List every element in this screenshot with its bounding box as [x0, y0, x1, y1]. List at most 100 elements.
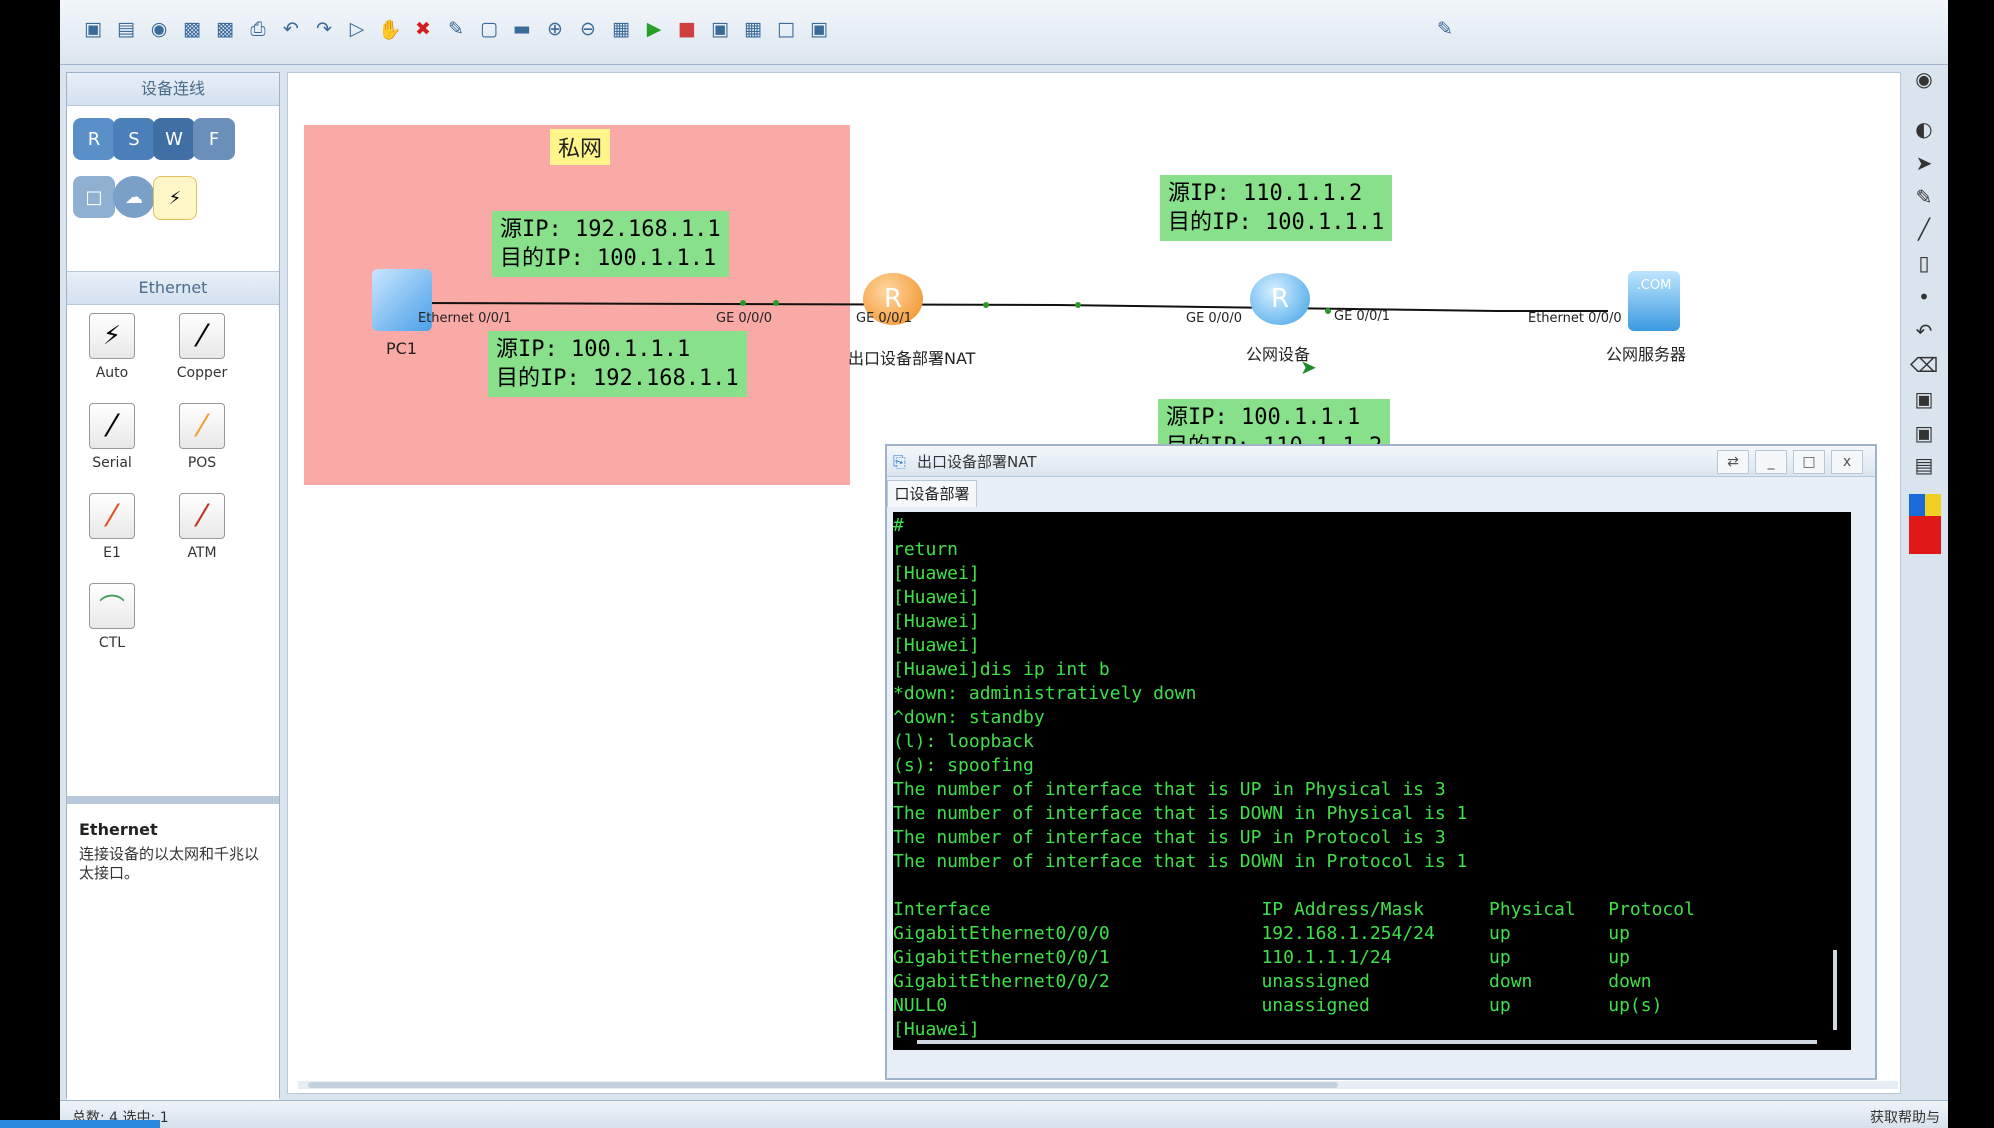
server-device-icon[interactable]: .COM	[1628, 271, 1680, 331]
cable-atm[interactable]: ⁄ ATM	[157, 493, 247, 561]
link-category-icon[interactable]: ⚡	[153, 176, 197, 220]
save-icon[interactable]: ▩	[177, 14, 207, 44]
e1-cable-icon: ⁄	[89, 493, 135, 539]
undo-icon[interactable]: ↶	[276, 14, 306, 44]
cable-auto[interactable]: ⚡ Auto	[67, 313, 157, 381]
pos-cable-icon: ⁄	[179, 403, 225, 449]
line-icon[interactable]: ╱	[1903, 214, 1945, 244]
grid-icon[interactable]: □	[771, 14, 801, 44]
cable-copper[interactable]: ⁄ Copper	[157, 313, 247, 381]
serial-cable-icon: ⁄	[89, 403, 135, 449]
mouse-cursor-icon: ➤	[1300, 355, 1317, 379]
console-title: 出口设备部署NAT	[917, 453, 1037, 471]
cable-e1[interactable]: ⁄ E1	[67, 493, 157, 561]
message-icon[interactable]: ✎	[1430, 14, 1460, 44]
port-label: GE 0/0/0	[1186, 311, 1242, 326]
status-bar: 总数: 4 选中: 1 获取帮助与	[60, 1100, 1948, 1128]
packet-note-2[interactable]: 源IP: 100.1.1.1 目的IP: 192.168.1.1	[488, 331, 747, 397]
open-icon[interactable]: ◉	[144, 14, 174, 44]
device-category-grid: R S W F □ ☁ ⚡	[67, 106, 279, 272]
port-label: Ethernet 0/0/1	[418, 311, 512, 326]
port-dot	[1325, 308, 1331, 314]
delete-link-icon[interactable]: ✎	[441, 14, 471, 44]
main-toolbar: ▣ ▤ ◉ ▩ ▩ ⎙ ↶ ↷ ▷ ✋ ✖ ✎ ▢ ▬ ⊕ ⊖ ▦ ▶ ■ ▣ ▦ □ ▣	[60, 0, 1948, 65]
redo-icon[interactable]: ↷	[309, 14, 339, 44]
close-button[interactable]: x	[1831, 450, 1863, 474]
text-icon[interactable]: ▢	[474, 14, 504, 44]
server-label: 公网服务器	[1606, 345, 1687, 364]
wlan-category-icon[interactable]: W	[153, 118, 195, 160]
restore-button[interactable]: ⇄	[1717, 450, 1749, 474]
fit-icon[interactable]: ▦	[606, 14, 636, 44]
cable-serial[interactable]: ⁄ Serial	[67, 403, 157, 471]
eye-icon[interactable]: ◐	[1903, 114, 1945, 144]
pin-icon[interactable]: ◉	[1903, 64, 1945, 94]
cable-ctl[interactable]: ⌒ CTL	[67, 583, 157, 651]
switch-category-icon[interactable]: S	[113, 118, 155, 160]
pointer-icon[interactable]: ➤	[1903, 148, 1945, 178]
color-red-swatch[interactable]	[1909, 516, 1941, 554]
terminal-category-icon[interactable]: □	[73, 176, 115, 218]
copper-cable-icon: ⁄	[179, 313, 225, 359]
console-title-bar[interactable]: ⎘ 出口设备部署NAT ⇄ _ □ x	[887, 446, 1875, 477]
port-label: GE 0/0/0	[716, 311, 772, 326]
device-panel: 设备连线 R S W F □ ☁ ⚡ Ethernet ⚡ Auto ⁄ Coppe…	[66, 72, 280, 1104]
eraser-icon[interactable]: ▯	[1903, 248, 1945, 278]
new-device-icon[interactable]: ▤	[111, 14, 141, 44]
print-icon[interactable]: ⎙	[243, 14, 273, 44]
camera-icon[interactable]: ▣	[1903, 418, 1945, 448]
delete-icon[interactable]: ✖	[408, 14, 438, 44]
start-icon[interactable]: ▶	[639, 14, 669, 44]
ensp-window: ▣ ▤ ◉ ▩ ▩ ⎙ ↶ ↷ ▷ ✋ ✖ ✎ ▢ ▬ ⊕ ⊖ ▦ ▶ ■ ▣ ▦ □ ▣ ✎ 设备连线 R S W F □…	[60, 0, 1948, 1128]
router-category-icon[interactable]: R	[73, 118, 115, 160]
port-dot	[740, 300, 746, 306]
console-vertical-scrollbar[interactable]	[1833, 950, 1837, 1030]
hand-icon[interactable]: ✋	[375, 14, 405, 44]
maximize-button[interactable]: □	[1793, 450, 1825, 474]
link-pc-nat	[407, 302, 1059, 306]
pc-label: PC1	[386, 339, 417, 358]
canvas-horizontal-scrollbar[interactable]	[298, 1081, 1898, 1089]
devices-section-title: 设备连线	[67, 73, 279, 106]
cloud-category-icon[interactable]: ☁	[113, 176, 155, 218]
packet-note-4[interactable]: 源IP: 100.1.1.1 目的IP: 110.1.1.2	[1158, 399, 1391, 449]
rectangle-icon[interactable]: ▬	[507, 14, 537, 44]
port-label: GE 0/0/1	[1334, 309, 1390, 324]
console-tab[interactable]: 口设备部署	[887, 480, 977, 507]
isp-router-icon[interactable]: R	[1250, 273, 1310, 325]
status-right[interactable]: 获取帮助与	[1870, 1107, 1940, 1127]
scrollbar-thumb[interactable]	[308, 1082, 1338, 1088]
ctl-cable-icon: ⌒	[89, 583, 135, 629]
lightning-icon: ⚡	[89, 313, 135, 359]
monitor-icon[interactable]: ▣	[1903, 384, 1945, 414]
minimize-button[interactable]: _	[1755, 450, 1787, 474]
packet-note-1[interactable]: 源IP: 192.168.1.1 目的IP: 100.1.1.1	[492, 211, 729, 277]
port-dot	[773, 300, 779, 306]
zoom-in-icon[interactable]: ⊕	[540, 14, 570, 44]
new-topology-icon[interactable]: ▣	[78, 14, 108, 44]
console-output: # return [Huawei] [Huawei] [Huawei] [Hua…	[893, 515, 1695, 1040]
select-icon[interactable]: ▷	[342, 14, 372, 44]
console-horizontal-scrollbar[interactable]	[917, 1040, 1817, 1044]
clipboard-icon[interactable]: ▤	[1903, 450, 1945, 480]
nat-console-window: ⎘ 出口设备部署NAT ⇄ _ □ x 口设备部署 # return [Huaw…	[885, 444, 1877, 1080]
cables-section-title: Ethernet	[67, 272, 279, 305]
console-icon[interactable]: ▣	[804, 14, 834, 44]
pencil-icon[interactable]: ✎	[1903, 182, 1945, 212]
undo-icon[interactable]: ↶	[1903, 316, 1945, 346]
dot-icon[interactable]: •	[1903, 282, 1945, 312]
trash-icon[interactable]: ⌫	[1903, 350, 1945, 380]
zoom-out-icon[interactable]: ⊖	[573, 14, 603, 44]
capture-icon[interactable]: ▣	[705, 14, 735, 44]
topology-icon[interactable]: ▦	[738, 14, 768, 44]
firewall-category-icon[interactable]: F	[193, 118, 235, 160]
console-screen[interactable]: # return [Huawei] [Huawei] [Huawei] [Hua…	[893, 512, 1851, 1050]
color-palette-icon[interactable]	[1909, 494, 1941, 554]
packet-note-3[interactable]: 源IP: 110.1.1.2 目的IP: 100.1.1.1	[1160, 175, 1393, 241]
info-description: 连接设备的以太网和千兆以太接口。	[79, 845, 260, 882]
drawing-toolbar: ◉ ◐ ➤ ✎ ╱ ▯ • ↶ ⌫ ▣ ▣ ▤	[1903, 64, 1945, 564]
save-as-icon[interactable]: ▩	[210, 14, 240, 44]
port-label: GE 0/0/1	[856, 311, 912, 326]
cable-pos[interactable]: ⁄ POS	[157, 403, 247, 471]
stop-icon[interactable]: ■	[672, 14, 702, 44]
